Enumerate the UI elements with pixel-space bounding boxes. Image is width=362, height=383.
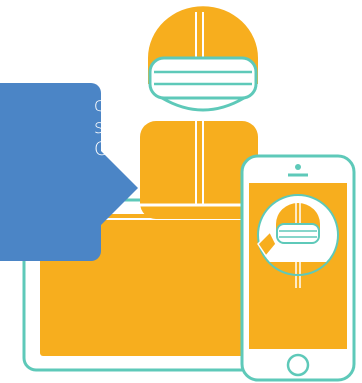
phone-caller-avatar — [257, 194, 339, 288]
bubble-line-2: sion — [94, 116, 135, 138]
doctor-chin — [161, 96, 245, 112]
smartphone-device — [240, 154, 356, 382]
bubble-line-1: comes — [94, 94, 158, 116]
earpiece-icon — [295, 164, 301, 170]
telehealth-illustration — [0, 6, 356, 382]
speech-bubble-text: comes sion Chat — [0, 94, 158, 160]
bubble-line-3: Chat — [94, 138, 140, 160]
doctor-figure — [140, 6, 258, 219]
doctor-visor — [148, 56, 258, 100]
